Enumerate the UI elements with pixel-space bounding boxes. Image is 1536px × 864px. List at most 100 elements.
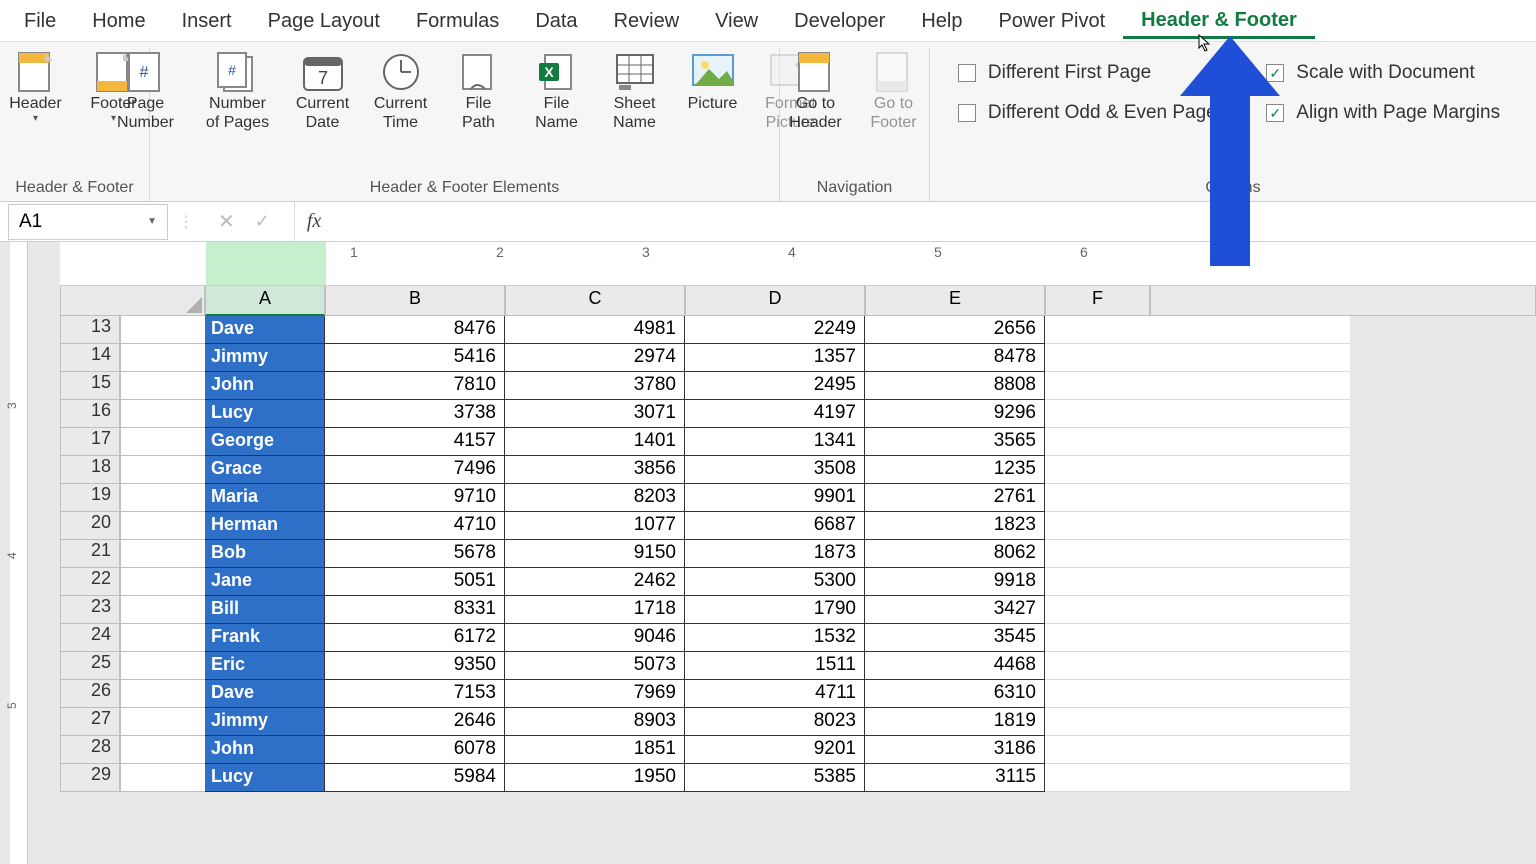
cell[interactable]: 7496 [325,456,505,484]
tab-header-footer[interactable]: Header & Footer [1123,3,1315,39]
cell[interactable]: 8023 [685,708,865,736]
cancel-icon[interactable]: ✕ [218,209,235,234]
column-header-a[interactable]: A [205,286,325,316]
cell[interactable]: Eric [205,652,325,680]
worksheet-area[interactable]: 3 4 5 1 2 3 4 5 6 7 ABCDEF 13Dave8476498… [0,242,1536,864]
cell[interactable]: 5051 [325,568,505,596]
cell[interactable]: 6172 [325,624,505,652]
cell[interactable]: 7969 [505,680,685,708]
cell[interactable]: 4197 [685,400,865,428]
cell[interactable]: 1401 [505,428,685,456]
cell[interactable]: 5073 [505,652,685,680]
cell[interactable]: 1235 [865,456,1045,484]
number-of-pages-button[interactable]: # Number of Pages [196,48,280,132]
tab-file[interactable]: File [6,4,74,37]
cell[interactable]: 8203 [505,484,685,512]
cell[interactable]: 1718 [505,596,685,624]
row-header[interactable]: 19 [60,484,120,512]
cell[interactable]: 9918 [865,568,1045,596]
tab-view[interactable]: View [697,4,776,37]
cell[interactable]: 9350 [325,652,505,680]
sheet-name-button[interactable]: Sheet Name [600,48,670,132]
cell[interactable]: Lucy [205,400,325,428]
column-header-f[interactable]: F [1045,286,1150,316]
cell[interactable]: 2974 [505,344,685,372]
cell[interactable]: 1823 [865,512,1045,540]
enter-icon[interactable]: ✓ [255,211,270,232]
cell[interactable]: 1851 [505,736,685,764]
cell[interactable]: 3738 [325,400,505,428]
cell[interactable]: 1950 [505,764,685,792]
cell[interactable]: John [205,736,325,764]
cell[interactable]: Herman [205,512,325,540]
row-header[interactable]: 24 [60,624,120,652]
cell[interactable]: 2462 [505,568,685,596]
cell[interactable]: 2656 [865,316,1045,344]
row-header[interactable]: 20 [60,512,120,540]
cell[interactable]: 3186 [865,736,1045,764]
cell[interactable]: 1819 [865,708,1045,736]
cell[interactable]: Bob [205,540,325,568]
file-path-button[interactable]: File Path [444,48,514,132]
cell[interactable]: Dave [205,316,325,344]
tab-developer[interactable]: Developer [776,4,903,37]
cell[interactable]: 8808 [865,372,1045,400]
tab-help[interactable]: Help [903,4,980,37]
cell[interactable]: 5416 [325,344,505,372]
cell[interactable]: 6078 [325,736,505,764]
cell[interactable]: 5300 [685,568,865,596]
cell[interactable]: Maria [205,484,325,512]
name-box[interactable]: A1 ▼ [8,204,168,240]
cell[interactable]: 3780 [505,372,685,400]
cell[interactable]: 3427 [865,596,1045,624]
formula-input[interactable] [333,202,1536,241]
picture-button[interactable]: Picture [678,48,748,113]
cell[interactable]: 6310 [865,680,1045,708]
column-header-e[interactable]: E [865,286,1045,316]
cell[interactable]: Frank [205,624,325,652]
cell[interactable]: 3545 [865,624,1045,652]
row-header[interactable]: 18 [60,456,120,484]
cell[interactable]: 3508 [685,456,865,484]
cell[interactable]: 8476 [325,316,505,344]
row-header[interactable]: 21 [60,540,120,568]
cell[interactable]: 6687 [685,512,865,540]
cell[interactable]: 8903 [505,708,685,736]
cell[interactable]: Jimmy [205,344,325,372]
row-header[interactable]: 25 [60,652,120,680]
tab-review[interactable]: Review [596,4,698,37]
cell[interactable]: Bill [205,596,325,624]
align-with-margins-checkbox[interactable]: ✓ Align with Page Margins [1266,102,1500,124]
cell[interactable]: 4468 [865,652,1045,680]
cell[interactable]: 9710 [325,484,505,512]
cell[interactable]: 5678 [325,540,505,568]
cell[interactable]: 7810 [325,372,505,400]
row-header[interactable]: 26 [60,680,120,708]
cell[interactable]: 5385 [685,764,865,792]
cell[interactable]: 3115 [865,764,1045,792]
cell[interactable]: George [205,428,325,456]
tab-formulas[interactable]: Formulas [398,4,517,37]
tab-power-pivot[interactable]: Power Pivot [980,4,1123,37]
cell[interactable]: 1511 [685,652,865,680]
select-all-corner[interactable] [60,286,205,316]
cell[interactable]: 8478 [865,344,1045,372]
tab-home[interactable]: Home [74,4,163,37]
row-header[interactable]: 28 [60,736,120,764]
page-number-button[interactable]: # Page Number [104,48,188,132]
cell[interactable]: Jane [205,568,325,596]
goto-header-button[interactable]: Go to Header [781,48,851,132]
cell[interactable]: 1873 [685,540,865,568]
cell[interactable]: 9201 [685,736,865,764]
cell[interactable]: Jimmy [205,708,325,736]
row-header[interactable]: 22 [60,568,120,596]
row-header[interactable]: 13 [60,316,120,344]
header-dropdown[interactable]: Header ▾ [1,48,71,124]
cell[interactable]: 1790 [685,596,865,624]
cell[interactable]: 8331 [325,596,505,624]
tab-page-layout[interactable]: Page Layout [250,4,398,37]
cell[interactable]: Dave [205,680,325,708]
cell[interactable]: 4157 [325,428,505,456]
column-header-b[interactable]: B [325,286,505,316]
fx-icon[interactable]: fx [295,210,333,233]
